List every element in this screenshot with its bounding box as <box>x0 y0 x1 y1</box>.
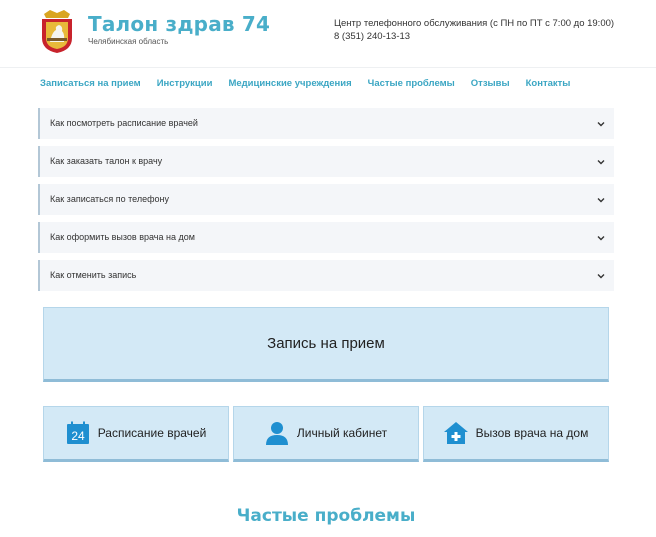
faq-question: Как отменить запись <box>50 270 137 280</box>
faq-question: Как посмотреть расписание врачей <box>50 118 198 128</box>
faq-item-view-schedule[interactable]: Как посмотреть расписание врачей <box>38 108 614 139</box>
personal-account-label: Личный кабинет <box>296 426 388 440</box>
faq-question: Как заказать талон к врачу <box>50 156 163 166</box>
chevron-down-icon <box>597 160 605 165</box>
main-nav: Записаться на прием Инструкции Медицинск… <box>40 78 586 92</box>
calendar-day-number: 24 <box>71 429 85 443</box>
frequent-problems-heading: Частые проблемы <box>236 506 416 526</box>
nav-contacts[interactable]: Контакты <box>526 78 571 92</box>
faq-item-order-ticket[interactable]: Как заказать талон к врачу <box>38 146 614 177</box>
faq-question: Как записаться по телефону <box>50 194 169 204</box>
site-header: Талон здрав 74 Челябинская область Центр… <box>0 0 656 68</box>
region-coat-of-arms-logo[interactable] <box>38 8 76 54</box>
book-appointment-button[interactable]: Запись на прием <box>43 307 609 382</box>
chevron-down-icon <box>597 236 605 241</box>
doctor-schedule-button[interactable]: 24 Расписание врачей <box>43 406 229 462</box>
faq-item-book-by-phone[interactable]: Как записаться по телефону <box>38 184 614 215</box>
home-doctor-call-button[interactable]: Вызов врача на дом <box>423 406 609 462</box>
house-medical-icon <box>443 422 468 444</box>
user-icon <box>265 422 288 445</box>
nav-book-appointment[interactable]: Записаться на прием <box>40 78 141 92</box>
site-title[interactable]: Талон здрав 74 <box>88 12 270 36</box>
faq-question: Как оформить вызов врача на дом <box>50 232 195 242</box>
personal-account-button[interactable]: Личный кабинет <box>233 406 419 462</box>
region-name: Челябинская область <box>88 37 169 46</box>
nav-reviews[interactable]: Отзывы <box>471 78 510 92</box>
chevron-down-icon <box>597 122 605 127</box>
phone-center-label: Центр телефонного обслуживания (с ПН по … <box>334 18 615 29</box>
home-doctor-call-label: Вызов врача на дом <box>475 426 589 440</box>
chevron-down-icon <box>597 198 605 203</box>
nav-frequent-problems[interactable]: Частые проблемы <box>368 78 455 92</box>
phone-number[interactable]: 8 (351) 240-13-13 <box>334 31 410 42</box>
calendar-icon: 24 <box>66 421 89 444</box>
nav-instructions[interactable]: Инструкции <box>157 78 213 92</box>
nav-medical-institutions[interactable]: Медицинские учреждения <box>228 78 351 92</box>
faq-item-home-visit[interactable]: Как оформить вызов врача на дом <box>38 222 614 253</box>
faq-accordion: Как посмотреть расписание врачей Как зак… <box>38 108 614 298</box>
doctor-schedule-label: Расписание врачей <box>97 426 207 440</box>
faq-item-cancel-booking[interactable]: Как отменить запись <box>38 260 614 291</box>
chevron-down-icon <box>597 274 605 279</box>
